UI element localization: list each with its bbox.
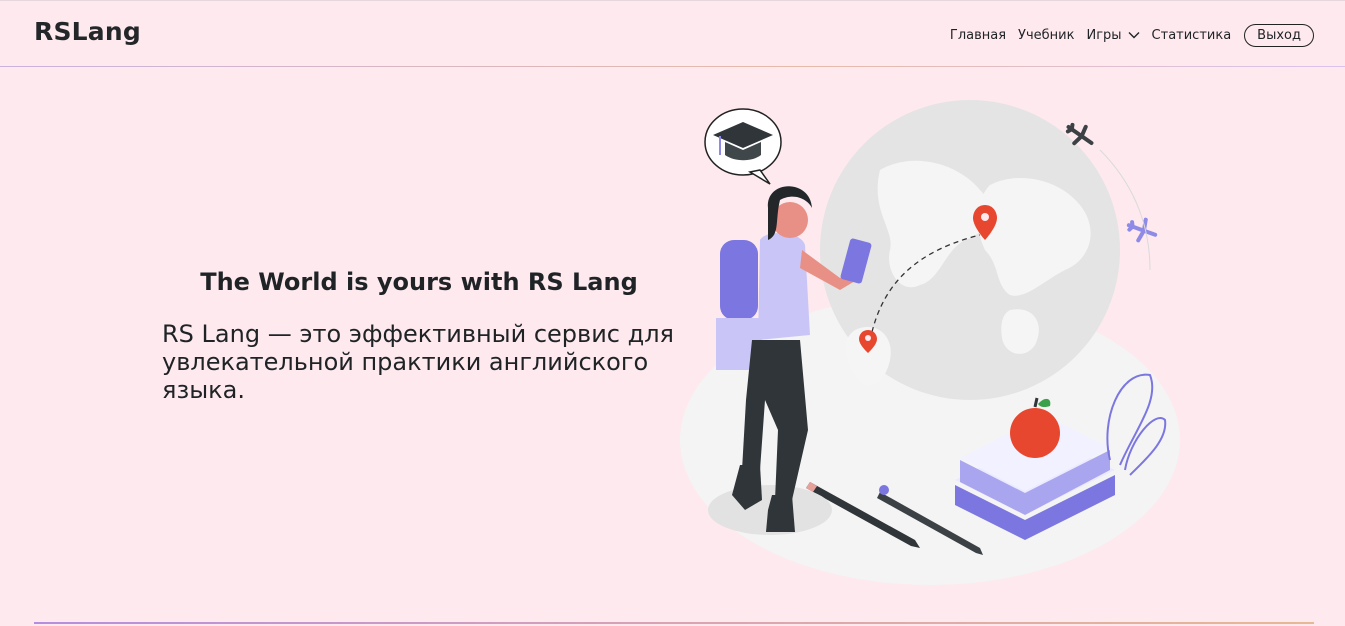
nav-home[interactable]: Главная <box>950 28 1006 43</box>
nav-games[interactable]: Игры <box>1086 27 1140 43</box>
travel-student-illustration <box>680 100 1180 585</box>
hero-title: The World is yours with RS Lang <box>200 268 638 296</box>
chevron-down-icon <box>1128 32 1140 39</box>
logout-button[interactable]: Выход <box>1244 23 1314 47</box>
header-divider <box>0 66 1345 67</box>
airplane-icon <box>1126 217 1158 243</box>
main-nav: Главная Учебник Игры Статистика Выход <box>950 22 1314 48</box>
graduation-cap-icon <box>704 108 782 185</box>
hero-description: RS Lang — это эффективный сервис для увл… <box>162 320 674 404</box>
logo[interactable]: RSLang <box>34 17 141 46</box>
site-header: RSLang Главная Учебник Игры Статистика В… <box>0 0 1345 67</box>
nav-stats[interactable]: Статистика <box>1152 28 1232 43</box>
footer-divider <box>34 622 1314 624</box>
nav-textbook[interactable]: Учебник <box>1018 28 1074 43</box>
nav-games-label: Игры <box>1086 27 1122 43</box>
